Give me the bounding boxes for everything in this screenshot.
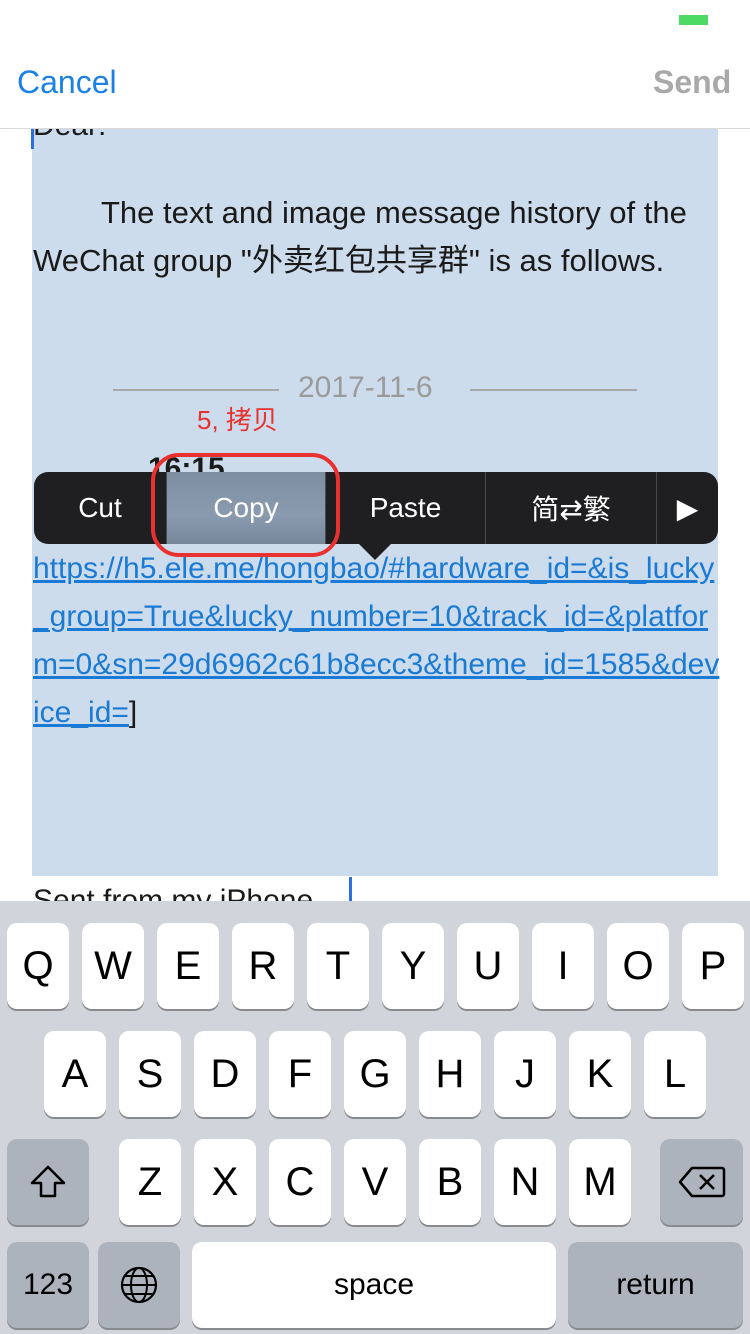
key-i[interactable]: I [532, 923, 594, 1009]
key-t[interactable]: T [307, 923, 369, 1009]
backspace-icon [678, 1166, 725, 1198]
key-d[interactable]: D [194, 1031, 256, 1117]
key-n[interactable]: N [494, 1139, 556, 1225]
network-speed: 0.00K/s [375, 6, 457, 33]
battery-icon [676, 12, 718, 28]
nav-bar: Cancel Chat history for group "... Send [0, 40, 750, 129]
globe-key[interactable] [98, 1242, 180, 1328]
convert-chinese-menu-item[interactable]: 简⇄繁 [486, 472, 657, 544]
shift-key[interactable] [7, 1139, 89, 1225]
key-o[interactable]: O [607, 923, 669, 1009]
key-u[interactable]: U [457, 923, 519, 1009]
greeting-text: Dear: [33, 129, 106, 143]
message-link-block: https://h5.ele.me/hongbao/#hardware_id=&… [33, 545, 723, 737]
key-x[interactable]: X [194, 1139, 256, 1225]
return-key[interactable]: return [568, 1242, 743, 1328]
key-c[interactable]: C [269, 1139, 331, 1225]
date-divider: 2017-11-6 [113, 369, 637, 409]
key-f[interactable]: F [269, 1031, 331, 1117]
backspace-key[interactable] [660, 1139, 743, 1225]
more-menu-arrow-icon[interactable]: ▶ [657, 472, 718, 544]
signal-strength-icon [10, 12, 72, 22]
key-p[interactable]: P [682, 923, 744, 1009]
paste-menu-item[interactable]: Paste [326, 472, 486, 544]
key-v[interactable]: V [344, 1139, 406, 1225]
key-h[interactable]: H [419, 1031, 481, 1117]
key-z[interactable]: Z [119, 1139, 181, 1225]
key-q[interactable]: Q [7, 923, 69, 1009]
rotation-lock-icon [586, 10, 606, 30]
status-time: 16:45 [288, 6, 349, 33]
key-a[interactable]: A [44, 1031, 106, 1117]
numbers-key[interactable]: 123 [7, 1242, 89, 1328]
key-k[interactable]: K [569, 1031, 631, 1117]
link-suffix: ] [128, 696, 138, 729]
key-s[interactable]: S [119, 1031, 181, 1117]
globe-icon [120, 1266, 158, 1304]
key-w[interactable]: W [82, 923, 144, 1009]
key-b[interactable]: B [419, 1139, 481, 1225]
context-menu-pointer [359, 544, 391, 560]
selection-end-handle[interactable] [349, 877, 352, 901]
intro-paragraph: The text and image message history of th… [33, 195, 687, 278]
key-j[interactable]: J [494, 1031, 556, 1117]
key-y[interactable]: Y [382, 923, 444, 1009]
keyboard: Q W E R T Y U I O P A S D F G H J K L Z … [0, 901, 750, 1334]
battery-percent: 92% [620, 6, 669, 33]
edit-context-menu: Cut Copy Paste 简⇄繁 ▶ [34, 472, 718, 544]
wifi-icon [194, 8, 220, 26]
key-l[interactable]: L [644, 1031, 706, 1117]
space-key[interactable]: space [192, 1242, 556, 1328]
step-annotation: 5, 拷贝 [197, 405, 278, 435]
send-button[interactable]: Send [653, 64, 731, 101]
shift-arrow-icon [30, 1165, 66, 1198]
cut-menu-item[interactable]: Cut [34, 472, 167, 544]
key-m[interactable]: M [569, 1139, 631, 1225]
status-bar: 16:45 0.00K/s 92% [0, 0, 750, 40]
cancel-button[interactable]: Cancel [17, 64, 117, 101]
page-title: Chat history for group "... [134, 60, 584, 101]
key-g[interactable]: G [344, 1031, 406, 1117]
key-r[interactable]: R [232, 923, 294, 1009]
date-label: 2017-11-6 [298, 371, 433, 404]
copy-highlight-ring [151, 453, 340, 557]
key-e[interactable]: E [157, 923, 219, 1009]
signature-text: Sent from my iPhone [33, 884, 314, 901]
